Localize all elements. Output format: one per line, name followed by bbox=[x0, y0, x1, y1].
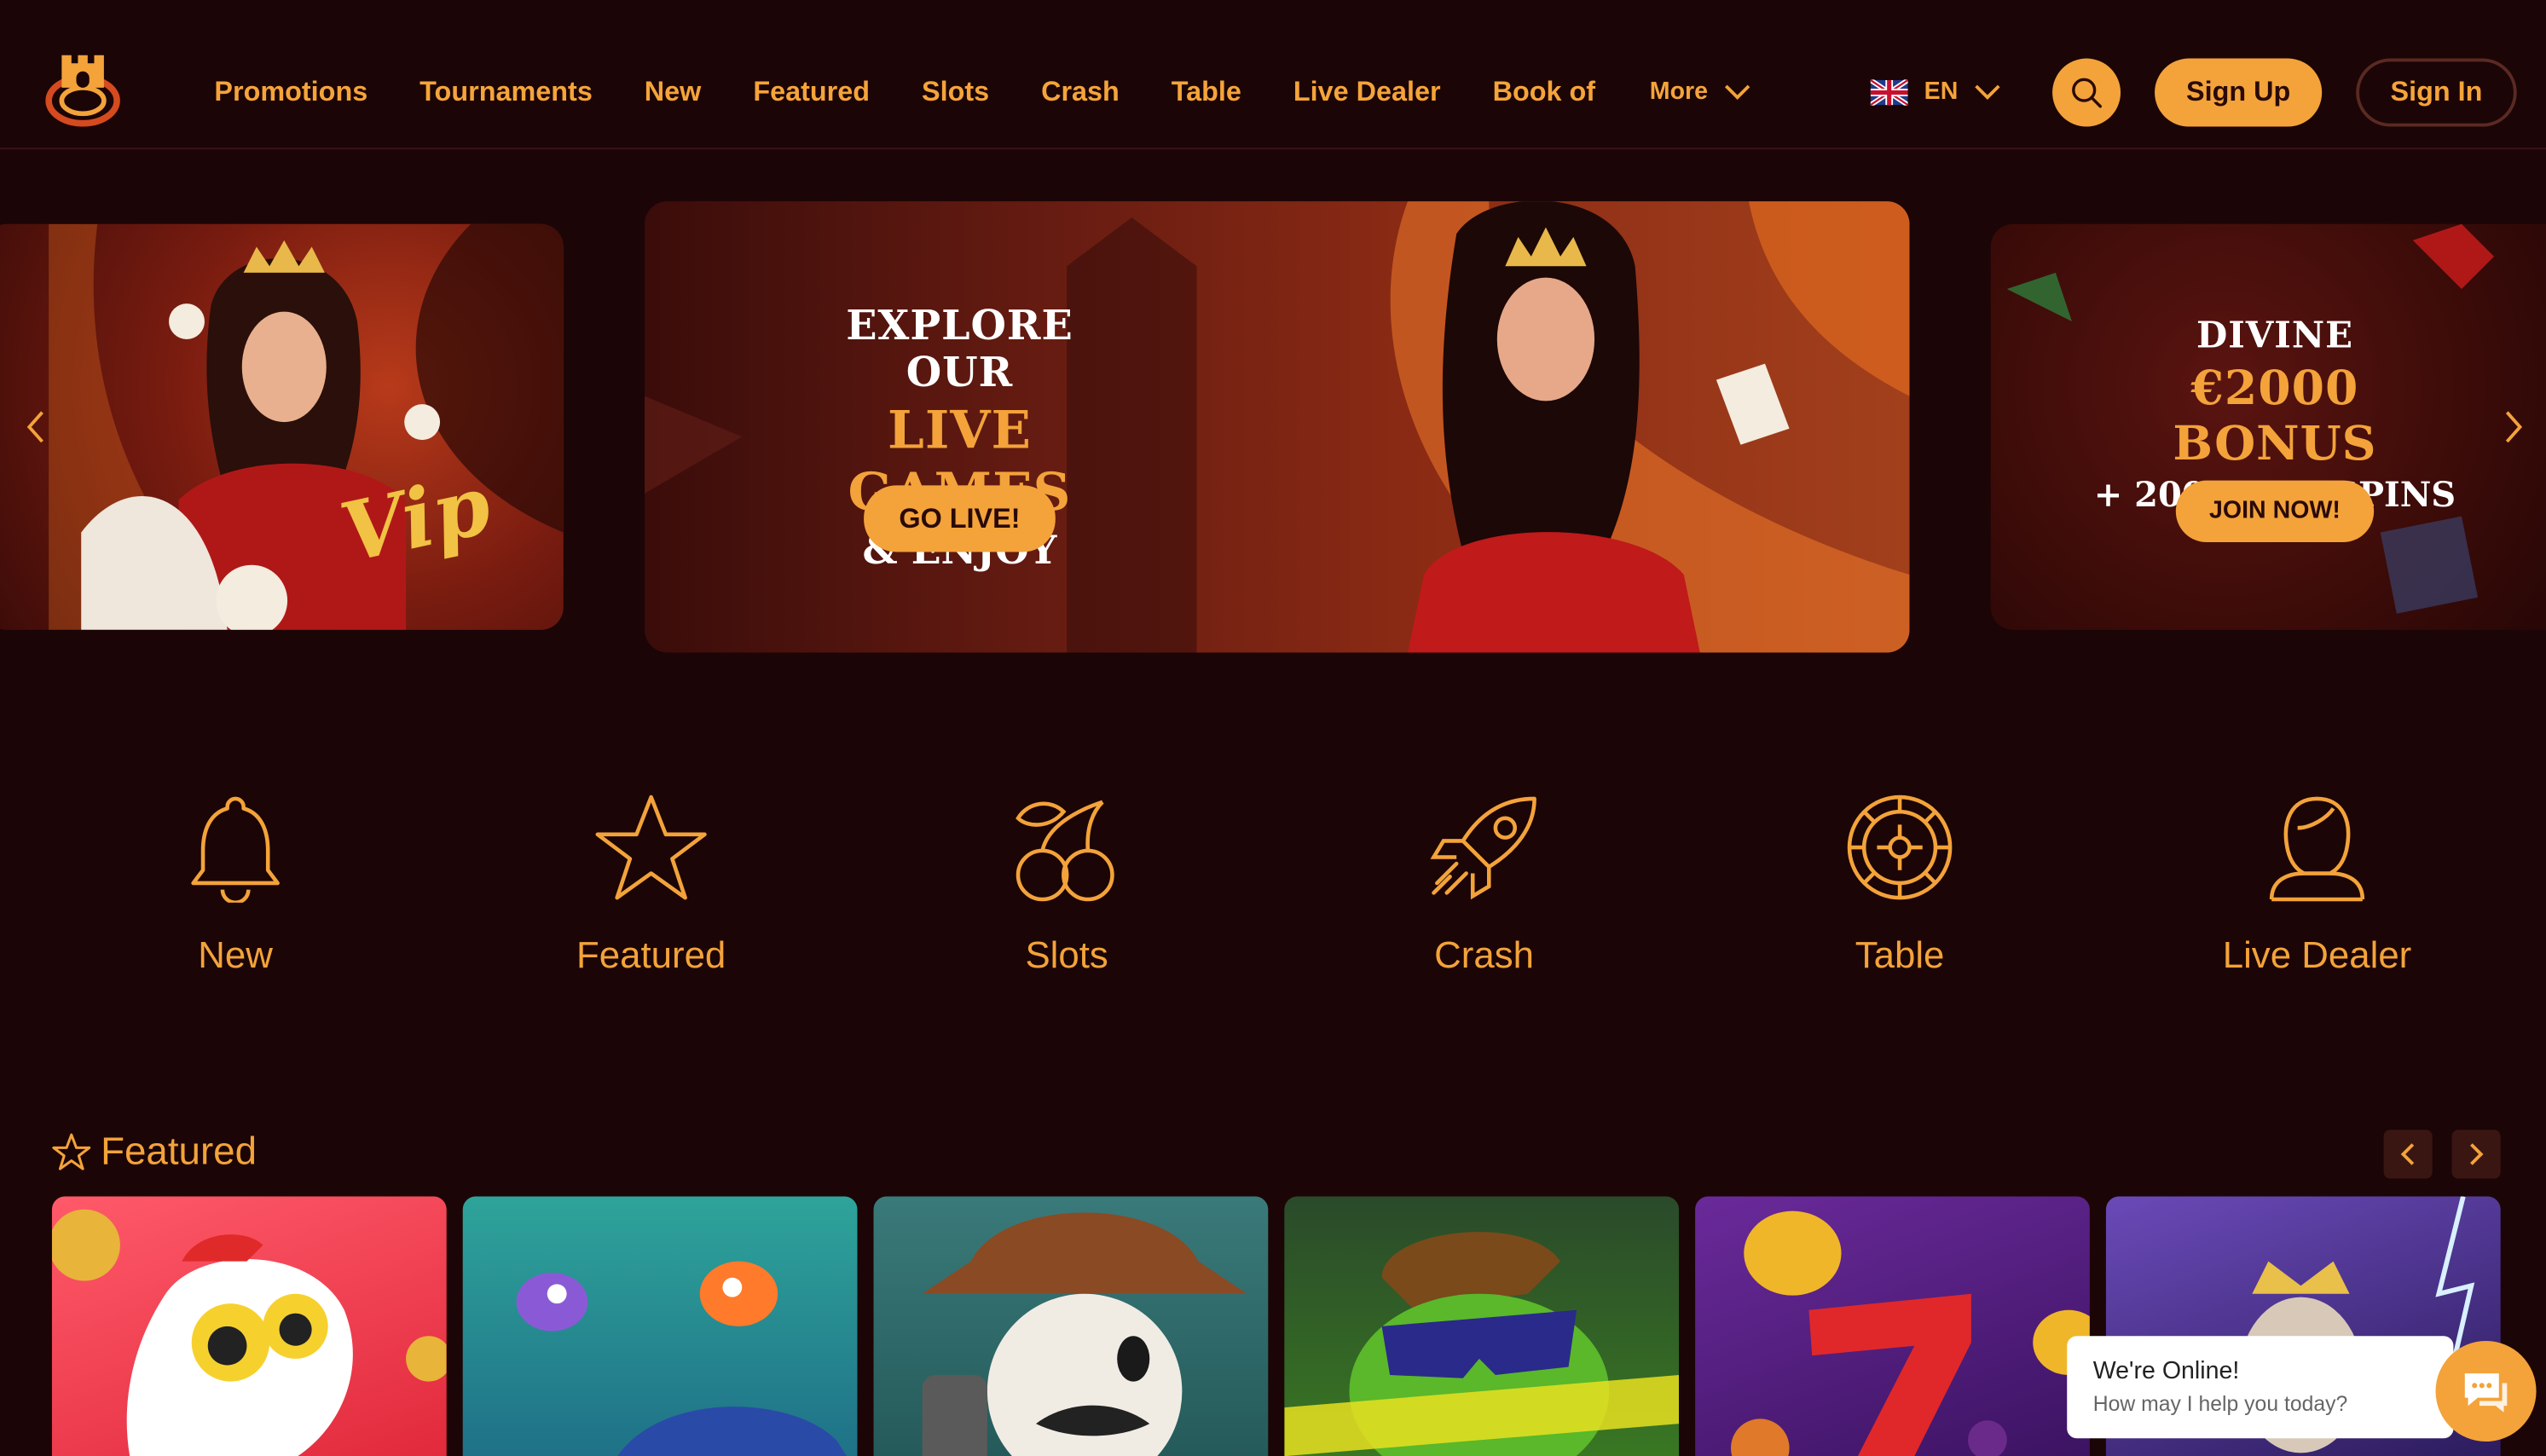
go-live-button[interactable]: GO LIVE! bbox=[864, 485, 1056, 552]
nav-crash[interactable]: Crash bbox=[1041, 72, 1120, 114]
chevron-down-icon bbox=[1974, 84, 2000, 100]
nav-promotions[interactable]: Promotions bbox=[214, 72, 367, 114]
game-thumbnail bbox=[1731, 1210, 2090, 1456]
banner-line1: DIVINE bbox=[2196, 315, 2353, 357]
category-crash[interactable]: Crash bbox=[1322, 792, 1646, 977]
join-now-button[interactable]: JOIN NOW! bbox=[2175, 480, 2375, 543]
roulette-icon bbox=[1847, 794, 1953, 900]
bell-icon bbox=[191, 796, 280, 903]
category-slots[interactable]: Slots bbox=[905, 792, 1230, 977]
nav-tournaments[interactable]: Tournaments bbox=[420, 72, 593, 114]
featured-section-header: Featured bbox=[52, 1130, 257, 1175]
banner-line2: €2000 BONUS bbox=[2173, 360, 2377, 471]
category-featured[interactable]: Featured bbox=[489, 792, 813, 977]
chat-greeting[interactable]: We're Online! How may I help you today? bbox=[2067, 1336, 2454, 1439]
language-label: EN bbox=[1924, 78, 1959, 106]
castle-logo-icon[interactable] bbox=[45, 49, 120, 127]
chevron-right-icon bbox=[2505, 411, 2523, 443]
star-outline-icon bbox=[52, 1133, 91, 1170]
banner-prev-arrow[interactable] bbox=[20, 402, 52, 451]
game-thumbnail bbox=[1284, 1232, 1680, 1456]
more-label: More bbox=[1649, 78, 1709, 106]
sign-in-button[interactable]: Sign In bbox=[2356, 58, 2517, 127]
cherries-icon bbox=[1016, 800, 1114, 902]
vip-promo-banner[interactable]: Vip bbox=[0, 223, 564, 630]
category-label: Crash bbox=[1434, 933, 1534, 976]
category-label: Table bbox=[1855, 933, 1945, 976]
banner-next-arrow[interactable] bbox=[2497, 402, 2530, 451]
page: Promotions Tournaments New Featured Slot… bbox=[0, 0, 2546, 1456]
game-thumbnail bbox=[516, 1261, 847, 1456]
game-tile[interactable] bbox=[1284, 1196, 1680, 1456]
category-label: Slots bbox=[1025, 933, 1108, 976]
nav-book-of[interactable]: Book of bbox=[1493, 72, 1596, 114]
live-games-banner[interactable]: EXPLORE OUR LIVE GAMES & ENJOY GO LIVE! bbox=[645, 201, 1910, 653]
nav-table[interactable]: Table bbox=[1172, 72, 1241, 114]
game-tile[interactable] bbox=[1695, 1196, 2090, 1456]
top-header: Promotions Tournaments New Featured Slot… bbox=[0, 0, 2546, 150]
nav-live-dealer[interactable]: Live Dealer bbox=[1293, 72, 1441, 114]
nav-featured[interactable]: Featured bbox=[753, 72, 870, 114]
vip-banner-artwork bbox=[49, 223, 564, 630]
chat-launcher-button[interactable] bbox=[2435, 1340, 2537, 1442]
category-new[interactable]: New bbox=[73, 792, 398, 977]
language-selector[interactable]: EN bbox=[1870, 72, 2000, 114]
nav-new[interactable]: New bbox=[645, 72, 702, 114]
uk-flag-icon bbox=[1870, 79, 1908, 106]
chevron-right-icon bbox=[2470, 1143, 2484, 1165]
nav-slots[interactable]: Slots bbox=[922, 72, 989, 114]
category-live-dealer[interactable]: Live Dealer bbox=[2155, 792, 2479, 977]
featured-next-button[interactable] bbox=[2451, 1130, 2501, 1179]
chevron-left-icon bbox=[26, 411, 43, 443]
bonus-promo-banner[interactable]: DIVINE €2000 BONUS + 200 FREE SPINS JOIN… bbox=[1990, 223, 2546, 630]
rocket-icon bbox=[1430, 796, 1536, 900]
featured-prev-button[interactable] bbox=[2383, 1130, 2433, 1179]
game-tile[interactable] bbox=[462, 1196, 858, 1456]
category-label: Featured bbox=[576, 933, 726, 976]
chat-icon bbox=[2464, 1373, 2508, 1413]
chevron-left-icon bbox=[2400, 1143, 2415, 1165]
featured-title: Featured bbox=[101, 1130, 257, 1174]
category-table[interactable]: Table bbox=[1738, 792, 2063, 977]
dealer-icon bbox=[2269, 796, 2365, 902]
game-tile[interactable] bbox=[873, 1196, 1269, 1456]
category-label: New bbox=[198, 933, 273, 976]
chat-subtitle: How may I help you today? bbox=[2092, 1391, 2348, 1416]
search-icon bbox=[2072, 78, 2102, 108]
game-tile[interactable] bbox=[51, 1196, 447, 1456]
chevron-down-icon bbox=[1724, 84, 1750, 100]
main-nav: Promotions Tournaments New Featured Slot… bbox=[214, 72, 1647, 114]
game-thumbnail bbox=[51, 1209, 447, 1456]
sign-up-button[interactable]: Sign Up bbox=[2155, 58, 2323, 127]
chat-title: We're Online! bbox=[2092, 1357, 2240, 1385]
category-label: Live Dealer bbox=[2222, 933, 2412, 976]
game-thumbnail bbox=[922, 1212, 1247, 1456]
more-menu[interactable]: More bbox=[1650, 72, 1750, 114]
banner-line1: EXPLORE OUR bbox=[846, 302, 1073, 396]
star-icon bbox=[595, 794, 707, 900]
search-button[interactable] bbox=[2052, 58, 2121, 127]
